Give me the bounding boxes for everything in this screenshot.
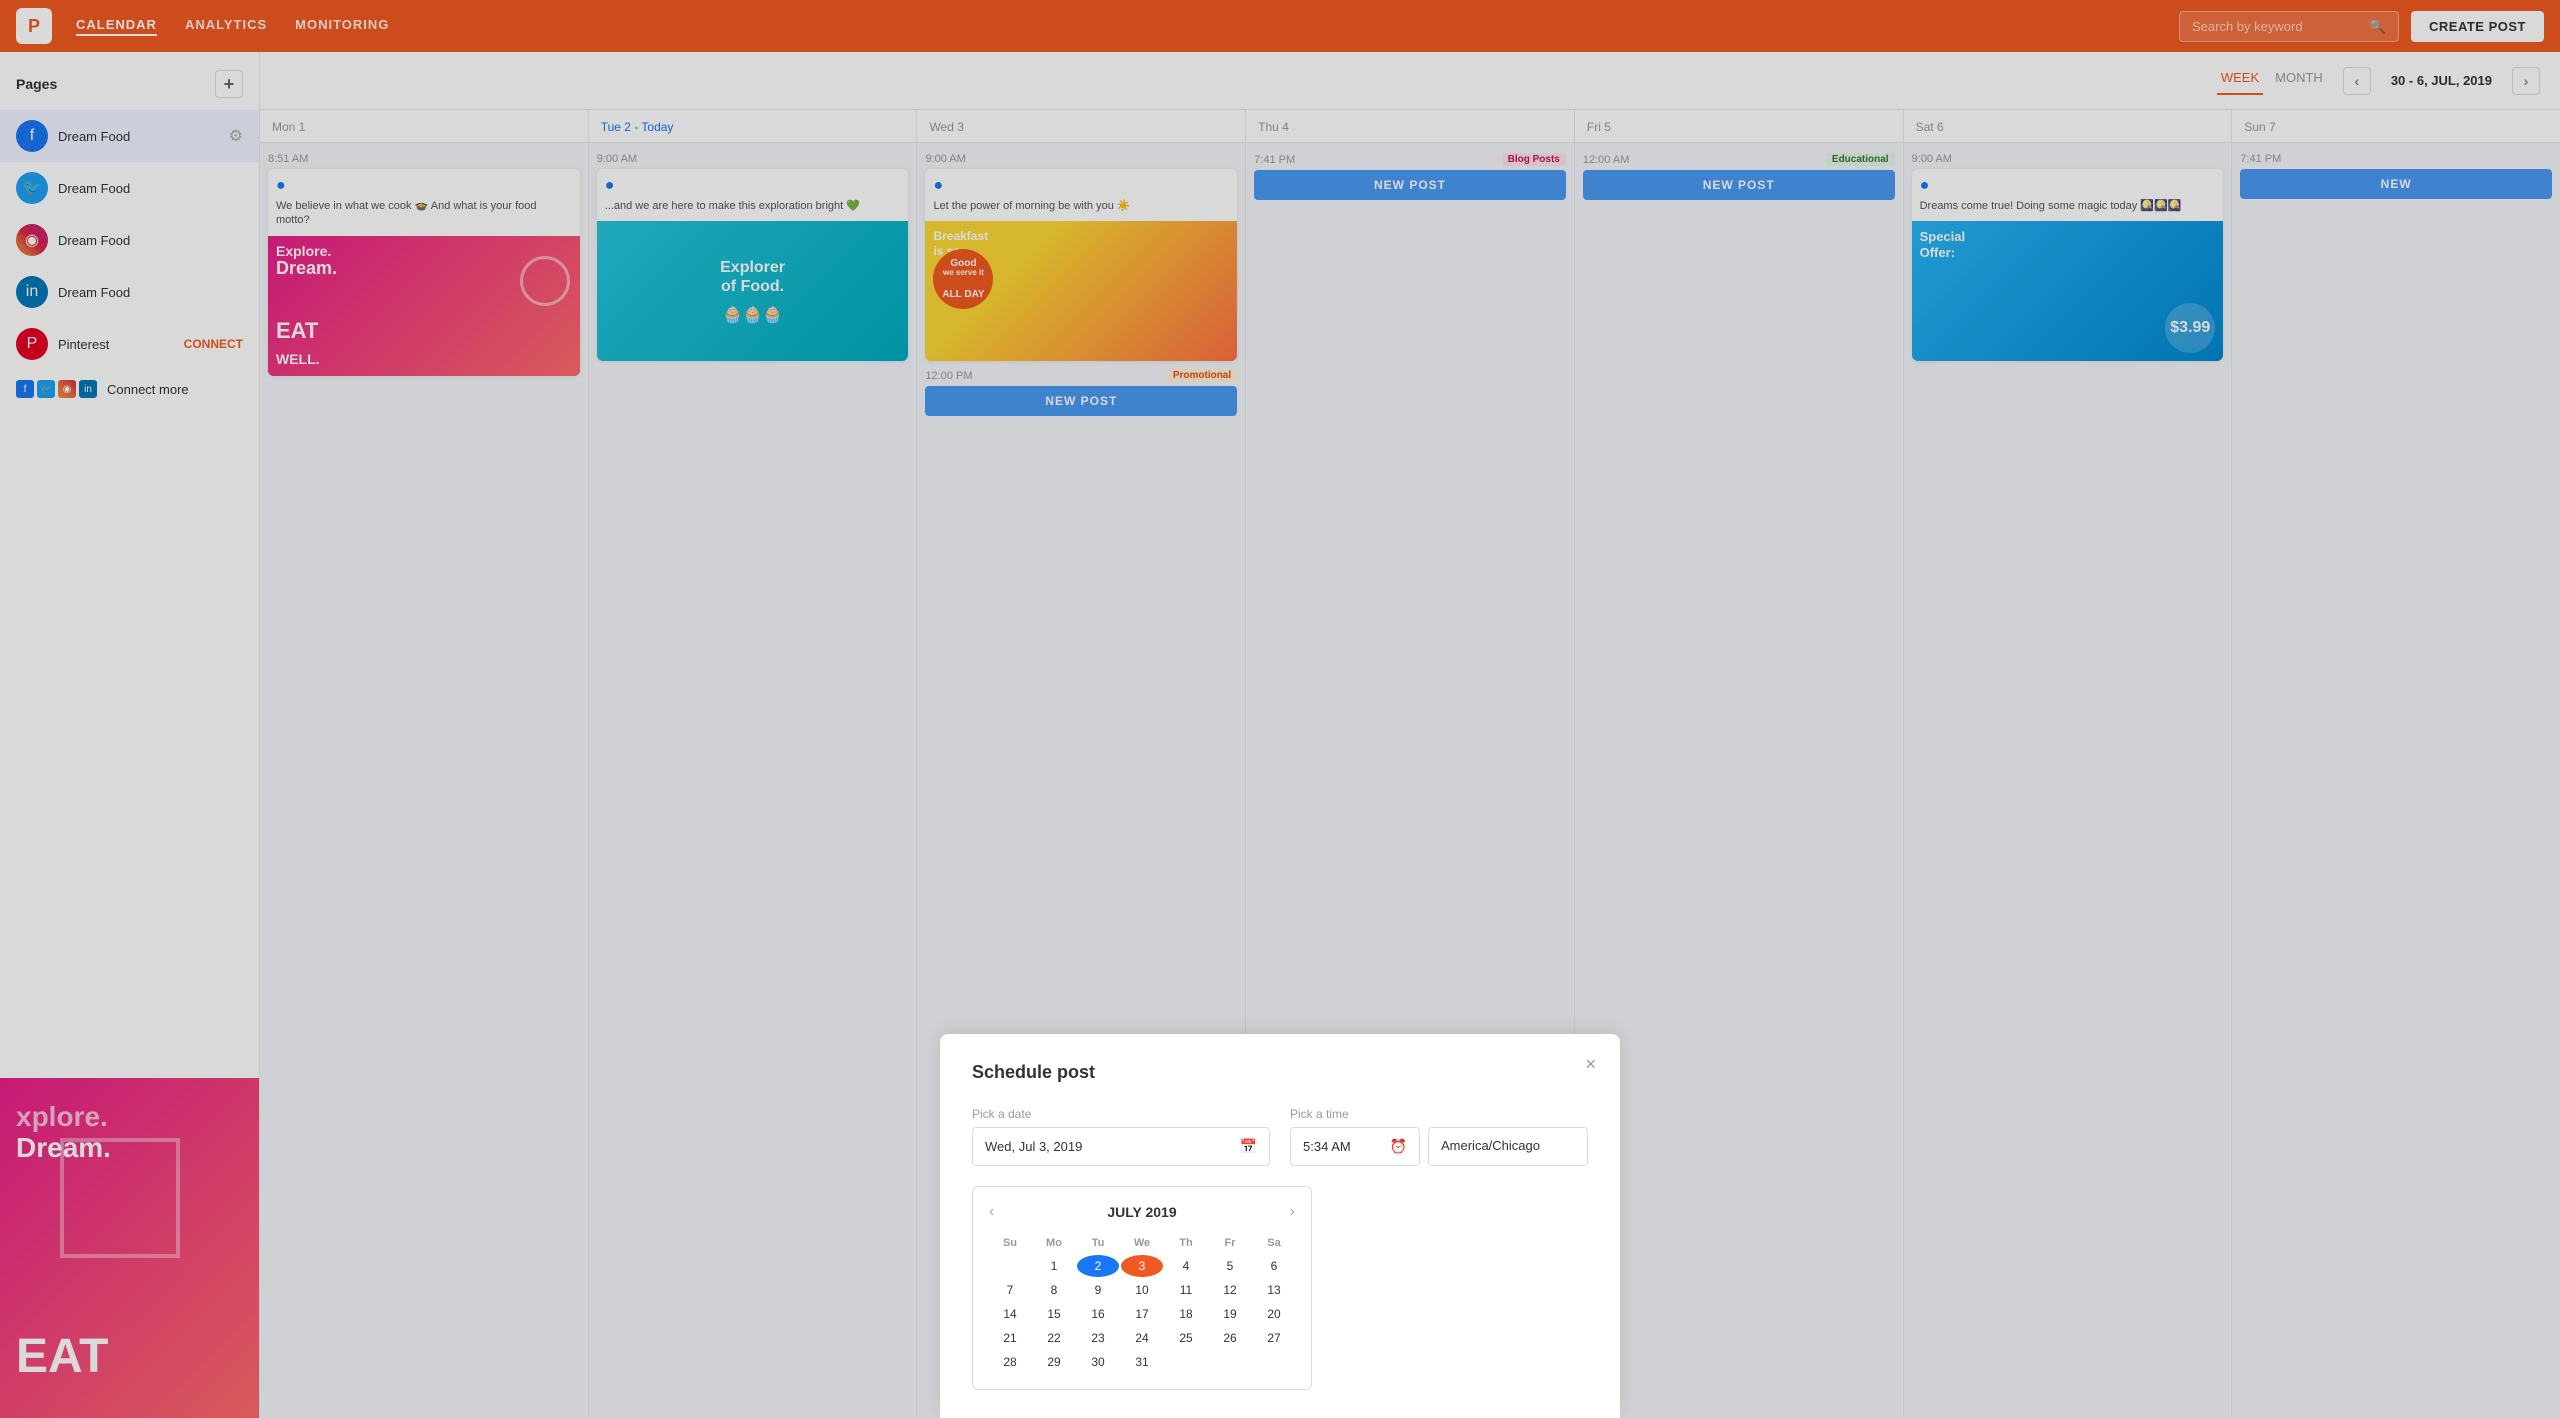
time-input[interactable]: 5:34 AM ⏰	[1290, 1127, 1420, 1166]
mini-cal-cell[interactable]: 18	[1165, 1303, 1207, 1325]
mini-cal-cell[interactable]: 31	[1121, 1351, 1163, 1373]
mini-cal-cell[interactable]: 14	[989, 1303, 1031, 1325]
mini-cal-grid: SuMoTuWeThFrSa12345678910111213141516171…	[989, 1233, 1295, 1373]
mini-cal-cell[interactable]: 11	[1165, 1279, 1207, 1301]
time-timezone-row: 5:34 AM ⏰ America/Chicago	[1290, 1127, 1588, 1166]
mini-cal-cell[interactable]: 28	[989, 1351, 1031, 1373]
mini-cal-cell[interactable]: 20	[1253, 1303, 1295, 1325]
calendar-icon: 📅	[1240, 1138, 1257, 1155]
mini-cal-cell	[1209, 1351, 1251, 1373]
mini-cal-cell[interactable]: 27	[1253, 1327, 1295, 1349]
mini-cal-next[interactable]: ›	[1290, 1203, 1295, 1221]
mini-cal-day-header: Fr	[1209, 1233, 1251, 1253]
timezone-input[interactable]: America/Chicago	[1428, 1127, 1588, 1166]
mini-cal-cell[interactable]: 3	[1121, 1255, 1163, 1277]
mini-cal-day-header: Tu	[1077, 1233, 1119, 1253]
time-label: Pick a time	[1290, 1107, 1588, 1121]
mini-cal-cell[interactable]: 16	[1077, 1303, 1119, 1325]
mini-cal-cell[interactable]: 12	[1209, 1279, 1251, 1301]
modal-close-button[interactable]: ×	[1585, 1054, 1596, 1075]
schedule-post-modal: Schedule post × Pick a date Wed, Jul 3, …	[940, 1034, 1620, 1418]
mini-cal-cell[interactable]: 10	[1121, 1279, 1163, 1301]
mini-cal-cell	[989, 1255, 1031, 1277]
date-label: Pick a date	[972, 1107, 1270, 1121]
mini-cal-title: JULY 2019	[1107, 1204, 1176, 1220]
mini-cal-cell[interactable]: 7	[989, 1279, 1031, 1301]
mini-cal-cell[interactable]: 24	[1121, 1327, 1163, 1349]
time-field: Pick a time 5:34 AM ⏰ America/Chicago	[1290, 1107, 1588, 1166]
mini-cal-cell[interactable]: 2	[1077, 1255, 1119, 1277]
mini-cal-day-header: Mo	[1033, 1233, 1075, 1253]
mini-cal-cell	[1165, 1351, 1207, 1373]
mini-cal-cell[interactable]: 22	[1033, 1327, 1075, 1349]
mini-cal-day-header: Su	[989, 1233, 1031, 1253]
mini-cal-cell[interactable]: 9	[1077, 1279, 1119, 1301]
date-input[interactable]: Wed, Jul 3, 2019 📅	[972, 1127, 1270, 1166]
mini-cal-cell[interactable]: 29	[1033, 1351, 1075, 1373]
mini-cal-cell[interactable]: 4	[1165, 1255, 1207, 1277]
clock-icon: ⏰	[1390, 1138, 1407, 1155]
mini-cal-day-header: We	[1121, 1233, 1163, 1253]
mini-cal-cell[interactable]: 26	[1209, 1327, 1251, 1349]
mini-cal-cell[interactable]: 15	[1033, 1303, 1075, 1325]
mini-cal-cell[interactable]: 30	[1077, 1351, 1119, 1373]
date-value: Wed, Jul 3, 2019	[985, 1139, 1082, 1154]
mini-cal-cell[interactable]: 25	[1165, 1327, 1207, 1349]
mini-cal-cell[interactable]: 5	[1209, 1255, 1251, 1277]
mini-cal-cell[interactable]: 23	[1077, 1327, 1119, 1349]
modal-title: Schedule post	[972, 1062, 1588, 1083]
mini-cal-cell[interactable]: 1	[1033, 1255, 1075, 1277]
time-value: 5:34 AM	[1303, 1139, 1351, 1154]
mini-cal-header: ‹ JULY 2019 ›	[989, 1203, 1295, 1221]
mini-cal-cell[interactable]: 17	[1121, 1303, 1163, 1325]
modal-overlay: Schedule post × Pick a date Wed, Jul 3, …	[0, 0, 2560, 1418]
mini-cal-cell[interactable]: 21	[989, 1327, 1031, 1349]
mini-cal-cell[interactable]: 13	[1253, 1279, 1295, 1301]
mini-cal-cell[interactable]: 8	[1033, 1279, 1075, 1301]
mini-cal-day-header: Sa	[1253, 1233, 1295, 1253]
mini-cal-day-header: Th	[1165, 1233, 1207, 1253]
mini-cal-cell[interactable]: 19	[1209, 1303, 1251, 1325]
mini-cal-cell	[1253, 1351, 1295, 1373]
modal-datetime-row: Pick a date Wed, Jul 3, 2019 📅 Pick a ti…	[972, 1107, 1588, 1166]
mini-calendar: ‹ JULY 2019 › SuMoTuWeThFrSa123456789101…	[972, 1186, 1312, 1390]
date-field: Pick a date Wed, Jul 3, 2019 📅	[972, 1107, 1270, 1166]
mini-cal-cell[interactable]: 6	[1253, 1255, 1295, 1277]
mini-cal-prev[interactable]: ‹	[989, 1203, 994, 1221]
